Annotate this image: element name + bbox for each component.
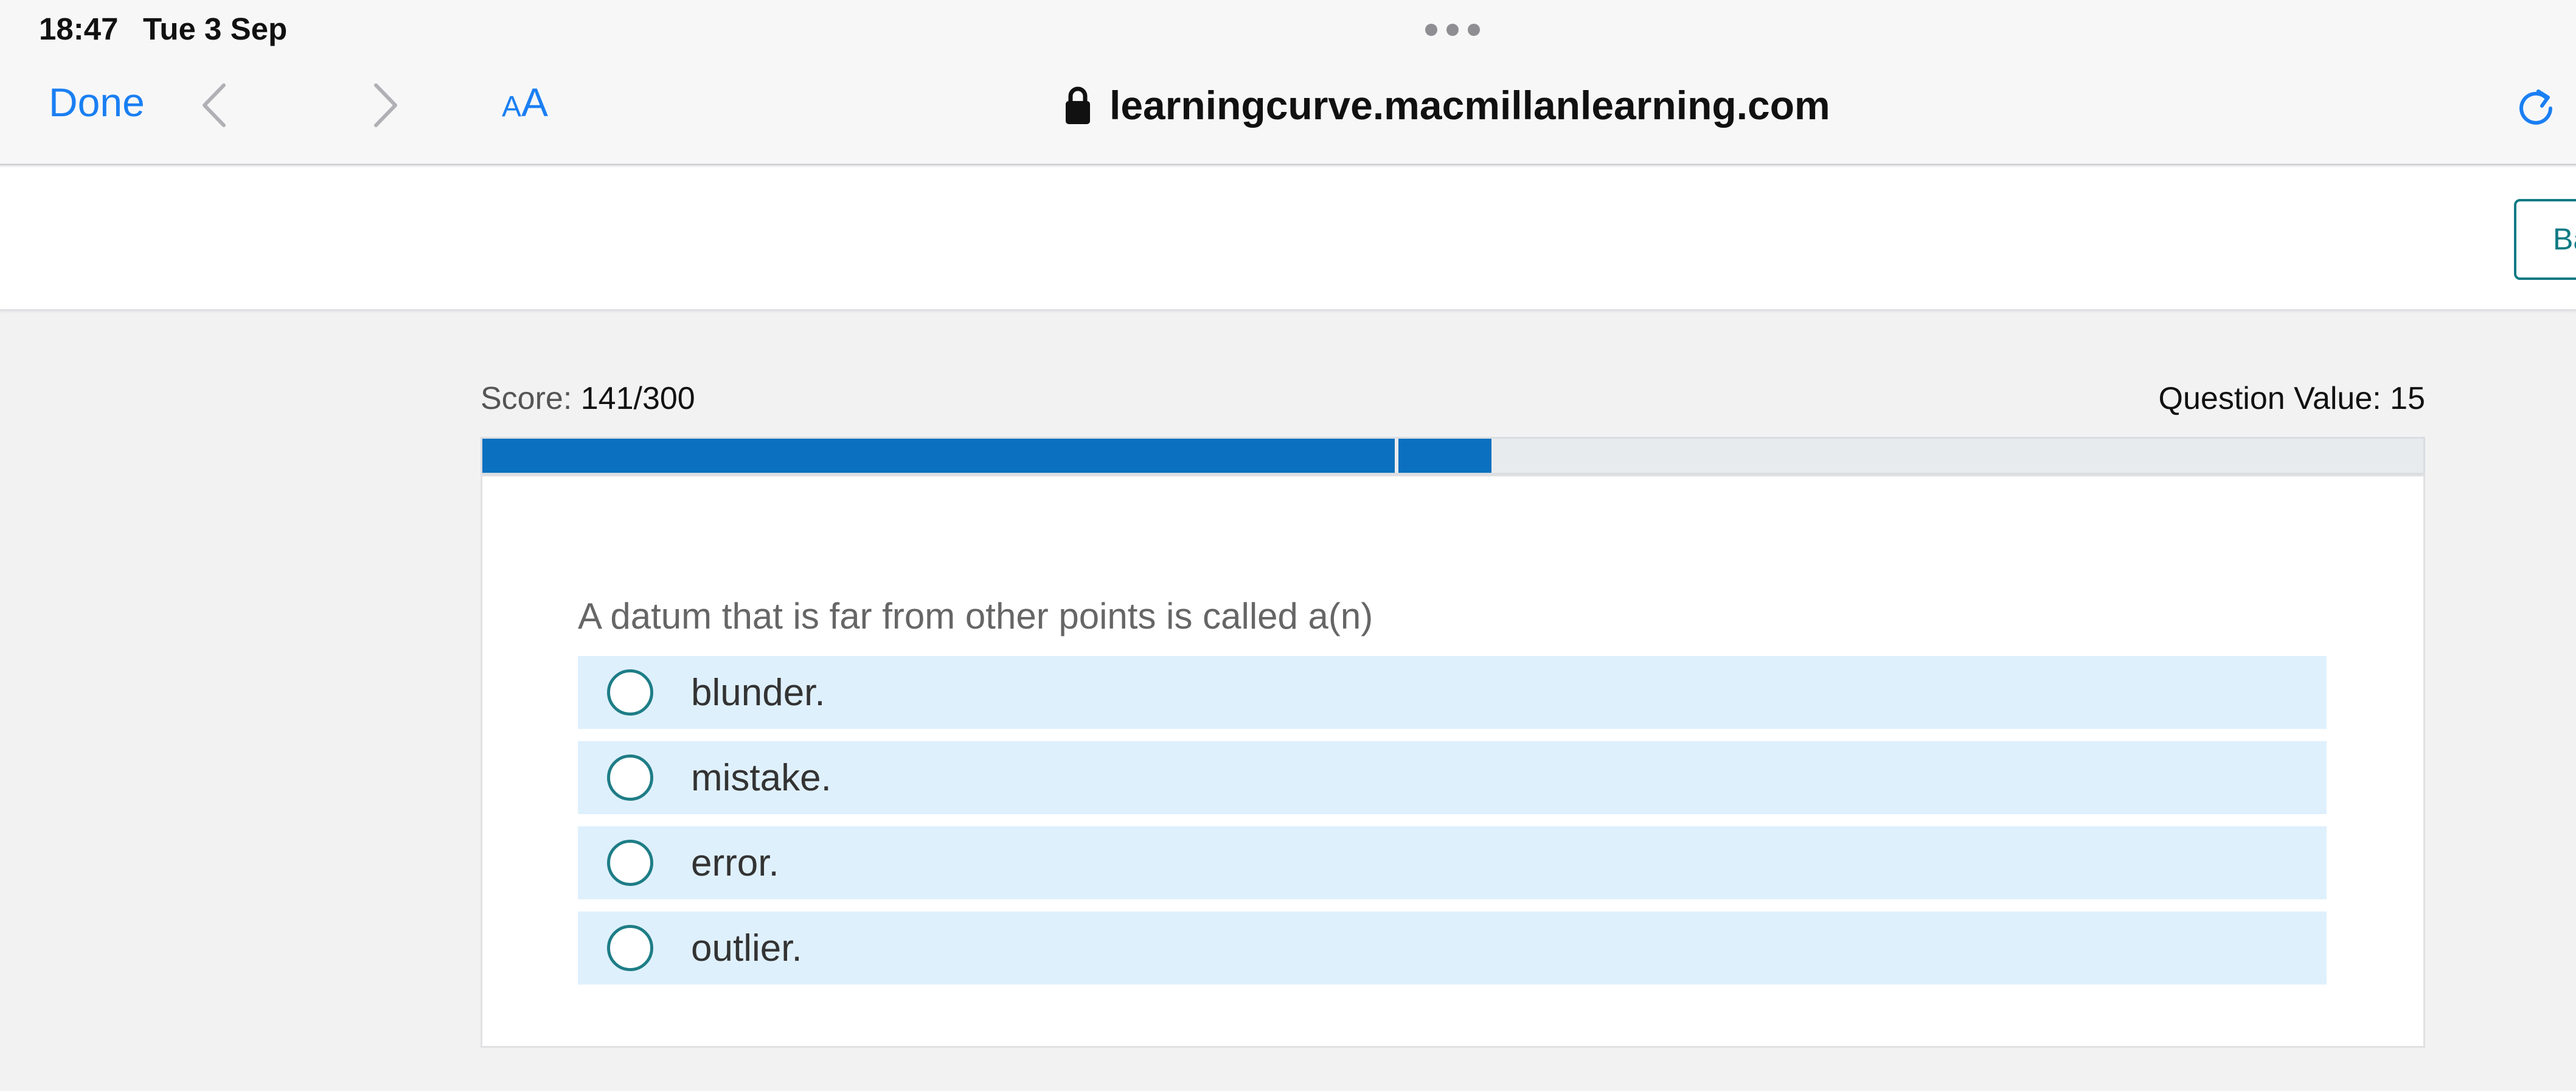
multitasking-dots-icon[interactable] [1425, 23, 1480, 37]
chevron-right-icon[interactable] [364, 78, 406, 133]
answer-option[interactable]: mistake. [578, 741, 2327, 814]
option-label: blunder. [691, 671, 825, 714]
done-button[interactable]: Done [49, 79, 145, 125]
question-value: Question Value: 15 [2158, 381, 2425, 416]
text-size-large-a: A [521, 80, 549, 125]
chevron-left-icon[interactable] [193, 78, 236, 133]
option-label: error. [691, 842, 779, 884]
radio-button[interactable] [607, 840, 653, 886]
progress-fill [482, 439, 1492, 473]
status-time: 18:47 [39, 12, 119, 46]
url-text: learningcurve.macmillanlearning.com [1109, 83, 1830, 128]
status-date: Tue 3 Sep [143, 12, 288, 46]
address-bar[interactable]: learningcurve.macmillanlearning.com [1064, 78, 1830, 133]
radio-button[interactable] [607, 925, 653, 971]
radio-button[interactable] [607, 755, 653, 801]
lock-icon [1066, 86, 1090, 124]
score-value: 141/300 [580, 381, 695, 416]
text-size-button[interactable]: AA [502, 79, 548, 125]
text-size-small-a: A [502, 91, 522, 123]
progress-divider [1394, 439, 1398, 473]
option-label: mistake. [691, 756, 831, 799]
answer-option[interactable]: error. [578, 826, 2327, 899]
progress-bar [481, 437, 2425, 475]
reload-icon[interactable] [2515, 85, 2558, 128]
radio-button[interactable] [607, 669, 653, 716]
answer-option[interactable]: outlier. [578, 911, 2327, 985]
header-button[interactable]: Ba [2514, 199, 2576, 280]
question-text: A datum that is far from other points is… [578, 596, 1373, 636]
page-header [0, 167, 2576, 311]
answer-option[interactable]: blunder. [578, 656, 2327, 729]
score-display: Score: 141/300 [481, 380, 695, 417]
browser-toolbar: 18:47 Tue 3 Sep Done AA learningcurve.ma… [0, 0, 2576, 166]
option-label: outlier. [691, 927, 802, 969]
score-label: Score: [481, 381, 581, 416]
score-row: Score: 141/300 Question Value: 15 [481, 380, 2425, 423]
